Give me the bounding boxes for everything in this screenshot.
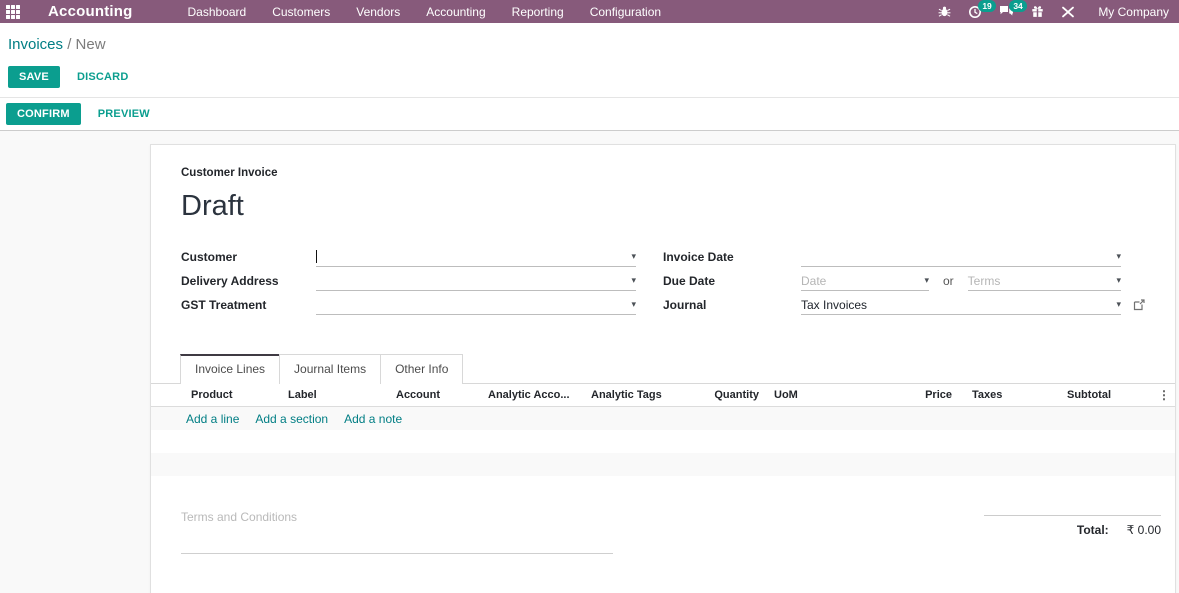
tab-other-info[interactable]: Other Info — [380, 354, 464, 384]
menu-accounting[interactable]: Accounting — [413, 1, 498, 23]
invoice-fields: Customer ▾ Delivery Address ▾ GST Treatm… — [181, 245, 1145, 317]
invoice-date-label: Invoice Date — [663, 250, 734, 264]
menu-reporting[interactable]: Reporting — [499, 1, 577, 23]
fields-left-column: Customer ▾ Delivery Address ▾ GST Treatm… — [181, 245, 636, 317]
due-date-label: Due Date — [663, 274, 716, 288]
chevron-down-icon[interactable]: ▾ — [924, 276, 929, 285]
terms-and-conditions-field[interactable]: Terms and Conditions — [181, 510, 984, 554]
gst-treatment-label: GST Treatment — [181, 298, 267, 312]
customer-label: Customer — [181, 250, 238, 264]
chevron-down-icon[interactable]: ▾ — [1116, 300, 1121, 309]
empty-row — [151, 453, 1175, 476]
due-date-placeholder: Date — [801, 273, 827, 288]
col-product: Product — [191, 389, 233, 401]
fields-right-column: Invoice Date ▾ Due Date Date ▾ or Terms — [663, 245, 1145, 317]
bug-icon[interactable] — [938, 5, 951, 18]
col-subtotal: Subtotal — [1067, 389, 1111, 401]
breadcrumb-separator: / — [67, 36, 72, 53]
activity-clock-icon[interactable]: 19 — [968, 0, 996, 19]
delivery-address-label: Delivery Address — [181, 274, 279, 288]
empty-row — [151, 430, 1175, 453]
total-label: Total: — [1076, 523, 1109, 537]
notebook-tabs: Invoice Lines Journal Items Other Info — [151, 354, 1175, 384]
delivery-address-row: Delivery Address ▾ — [181, 269, 636, 293]
record-buttons: SAVE DISCARD — [8, 66, 1179, 88]
developer-tools-icon[interactable] — [1061, 6, 1075, 18]
save-button[interactable]: SAVE — [8, 66, 60, 88]
journal-row: Journal Tax Invoices ▾ — [663, 293, 1145, 317]
tab-journal-items[interactable]: Journal Items — [279, 354, 382, 384]
control-panel: Invoices / New SAVE DISCARD — [0, 23, 1179, 98]
chevron-down-icon[interactable]: ▾ — [1116, 252, 1121, 261]
preview-button[interactable]: PREVIEW — [98, 108, 150, 120]
col-uom: UoM — [774, 389, 798, 401]
chevron-down-icon[interactable]: ▾ — [631, 252, 636, 261]
payment-terms-input[interactable]: Terms ▾ — [967, 271, 1121, 291]
col-quantity: Quantity — [714, 389, 759, 401]
customer-input[interactable]: ▾ — [316, 247, 636, 267]
delivery-address-input[interactable]: ▾ — [316, 271, 636, 291]
terms-and-conditions-placeholder: Terms and Conditions — [181, 510, 298, 524]
invoice-sheet: Customer Invoice Draft Customer ▾ Delive… — [150, 144, 1176, 593]
col-analytic-account: Analytic Acco... — [488, 389, 570, 401]
journal-value: Tax Invoices — [801, 297, 868, 312]
gst-treatment-input[interactable]: ▾ — [316, 295, 636, 315]
external-link-icon[interactable] — [1133, 299, 1145, 311]
gift-icon[interactable] — [1031, 5, 1044, 18]
gst-treatment-row: GST Treatment ▾ — [181, 293, 636, 317]
invoice-date-input[interactable]: ▾ — [801, 247, 1121, 267]
tab-invoice-lines[interactable]: Invoice Lines — [180, 354, 281, 384]
customer-row: Customer ▾ — [181, 245, 636, 269]
apps-grid-icon[interactable] — [6, 4, 20, 19]
invoice-status-title: Draft — [181, 190, 244, 222]
icon-slot — [1121, 299, 1145, 311]
navbar-systray: 19 34 My Company — [938, 0, 1169, 19]
journal-label: Journal — [663, 298, 707, 312]
breadcrumb-current: New — [75, 36, 106, 53]
col-label: Label — [288, 389, 317, 401]
breadcrumb: Invoices / New — [8, 36, 1179, 53]
chevron-down-icon[interactable]: ▾ — [1116, 276, 1121, 285]
document-type-label: Customer Invoice — [181, 167, 278, 179]
col-taxes: Taxes — [972, 389, 1003, 401]
breadcrumb-invoices-link[interactable]: Invoices — [8, 36, 63, 53]
menu-configuration[interactable]: Configuration — [577, 1, 674, 23]
menu-customers[interactable]: Customers — [259, 1, 343, 23]
top-navbar: Accounting Dashboard Customers Vendors A… — [0, 0, 1179, 23]
due-date-input[interactable]: Date ▾ — [801, 271, 929, 291]
or-text: or — [943, 274, 954, 288]
chevron-down-icon[interactable]: ▾ — [631, 300, 636, 309]
confirm-button[interactable]: CONFIRM — [6, 103, 81, 125]
add-a-line-link[interactable]: Add a line — [186, 412, 239, 426]
add-a-note-link[interactable]: Add a note — [344, 412, 402, 426]
user-company-menu[interactable]: My Company — [1098, 5, 1169, 19]
line-actions-row: Add a line Add a section Add a note — [151, 407, 1175, 430]
chevron-down-icon[interactable]: ▾ — [631, 276, 636, 285]
invoice-total: Total: ₹ 0.00 — [984, 515, 1161, 537]
col-price: Price — [925, 389, 952, 401]
optional-columns-icon[interactable]: ⋮ — [1153, 389, 1175, 401]
form-statusbar: CONFIRM PREVIEW — [0, 98, 1179, 131]
col-account: Account — [396, 389, 440, 401]
add-a-section-link[interactable]: Add a section — [255, 412, 328, 426]
sheet-footer: Terms and Conditions Total: ₹ 0.00 — [151, 510, 1175, 554]
form-view-area: Customer Invoice Draft Customer ▾ Delive… — [0, 144, 1179, 593]
menu-dashboard[interactable]: Dashboard — [175, 1, 260, 23]
messages-icon[interactable]: 34 — [999, 0, 1027, 18]
invoice-date-row: Invoice Date ▾ — [663, 245, 1145, 269]
main-menu: Dashboard Customers Vendors Accounting R… — [175, 1, 675, 23]
total-value: ₹ 0.00 — [1126, 523, 1161, 537]
text-cursor — [316, 250, 317, 263]
discard-button[interactable]: DISCARD — [77, 71, 129, 83]
menu-vendors[interactable]: Vendors — [343, 1, 413, 23]
terms-underline — [181, 553, 613, 554]
terms-placeholder: Terms — [967, 273, 1001, 288]
due-date-row: Due Date Date ▾ or Terms ▾ — [663, 269, 1145, 293]
col-analytic-tags: Analytic Tags — [591, 389, 662, 401]
message-count-badge: 34 — [1009, 0, 1027, 12]
invoice-lines-header: Product Label Account Analytic Acco... A… — [151, 384, 1175, 407]
app-title[interactable]: Accounting — [48, 3, 133, 20]
journal-input[interactable]: Tax Invoices ▾ — [801, 295, 1121, 315]
activity-count-badge: 19 — [978, 0, 996, 12]
